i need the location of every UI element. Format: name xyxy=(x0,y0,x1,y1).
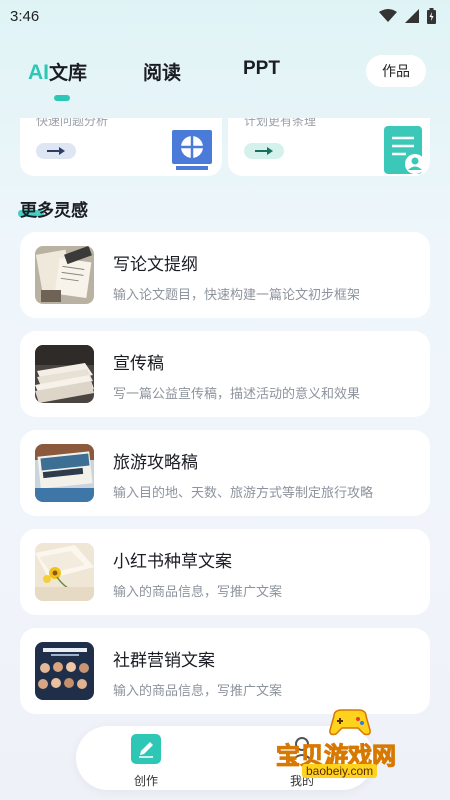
arrow-right-icon[interactable] xyxy=(244,143,284,159)
card-title: 宣传稿 xyxy=(113,354,164,374)
thumb-flower-book-image xyxy=(35,543,94,601)
thumb-travel-book-image xyxy=(35,444,94,502)
card-community-marketing[interactable]: 社群营销文案 输入的商品信息，写推广文案 xyxy=(20,628,430,714)
gamepad-icon xyxy=(329,709,371,736)
card-title: 旅游攻略稿 xyxy=(113,453,198,473)
tab-ai-prefix: AI xyxy=(28,61,49,84)
presentation-icon xyxy=(172,130,212,170)
edit-icon xyxy=(131,734,161,764)
wifi-icon xyxy=(379,9,397,22)
thumb-community-image xyxy=(35,642,94,700)
card-title: 写论文提纲 xyxy=(113,255,198,275)
card-travel-guide[interactable]: 旅游攻略稿 输入目的地、天数、旅游方式等制定旅行攻略 xyxy=(20,430,430,516)
signal-icon xyxy=(405,9,419,23)
card-promo-article[interactable]: 宣传稿 写一篇公益宣传稿，描述活动的意义和效果 xyxy=(20,331,430,417)
arrow-right-icon[interactable] xyxy=(36,143,76,159)
active-tab-indicator xyxy=(54,95,70,101)
thumb-papers-image xyxy=(35,246,94,304)
thumb-paper-stack-image xyxy=(35,345,94,403)
card-title: 小红书种草文案 xyxy=(113,552,232,572)
top-card-analysis[interactable]: 快速问题分析 xyxy=(20,118,222,176)
status-time: 3:46 xyxy=(10,7,40,25)
status-bar: 3:46 xyxy=(0,0,450,32)
battery-icon xyxy=(427,8,436,24)
status-icons xyxy=(379,8,436,24)
top-card-desc: 计划更有条理 xyxy=(244,118,317,128)
document-user-icon xyxy=(384,126,425,174)
watermark: 宝贝游戏网 baobeiy.com xyxy=(276,704,420,782)
card-desc: 输入论文题目，快速构建一篇论文初步框架 xyxy=(113,288,361,303)
works-button[interactable]: 作品 xyxy=(366,55,426,87)
tab-ai-library[interactable]: AI文库 xyxy=(28,58,87,85)
top-card-plan[interactable]: 计划更有条理 xyxy=(228,118,430,176)
tab-reading[interactable]: 阅读 xyxy=(143,58,181,85)
card-xiaohongshu-copy[interactable]: 小红书种草文案 输入的商品信息，写推广文案 xyxy=(20,529,430,615)
card-desc: 写一篇公益宣传稿，描述活动的意义和效果 xyxy=(113,387,361,402)
card-desc: 输入的商品信息，写推广文案 xyxy=(113,585,283,600)
top-card-desc: 快速问题分析 xyxy=(36,118,109,128)
tab-ai-label: 文库 xyxy=(49,62,88,84)
watermark-url: baobeiy.com xyxy=(302,764,378,778)
nav-create-label: 创作 xyxy=(133,774,158,788)
card-desc: 输入目的地、天数、旅游方式等制定旅行攻略 xyxy=(113,486,374,501)
card-paper-outline[interactable]: 写论文提纲 输入论文题目，快速构建一篇论文初步框架 xyxy=(20,232,430,318)
card-title: 社群营销文案 xyxy=(113,651,215,671)
tab-ppt[interactable]: PPT xyxy=(243,58,280,80)
card-desc: 输入的商品信息，写推广文案 xyxy=(113,684,283,699)
top-cards: 快速问题分析 计划更有条理 xyxy=(20,118,430,176)
nav-create[interactable]: 创作 xyxy=(126,734,166,789)
section-title: 更多灵感 xyxy=(20,201,88,221)
